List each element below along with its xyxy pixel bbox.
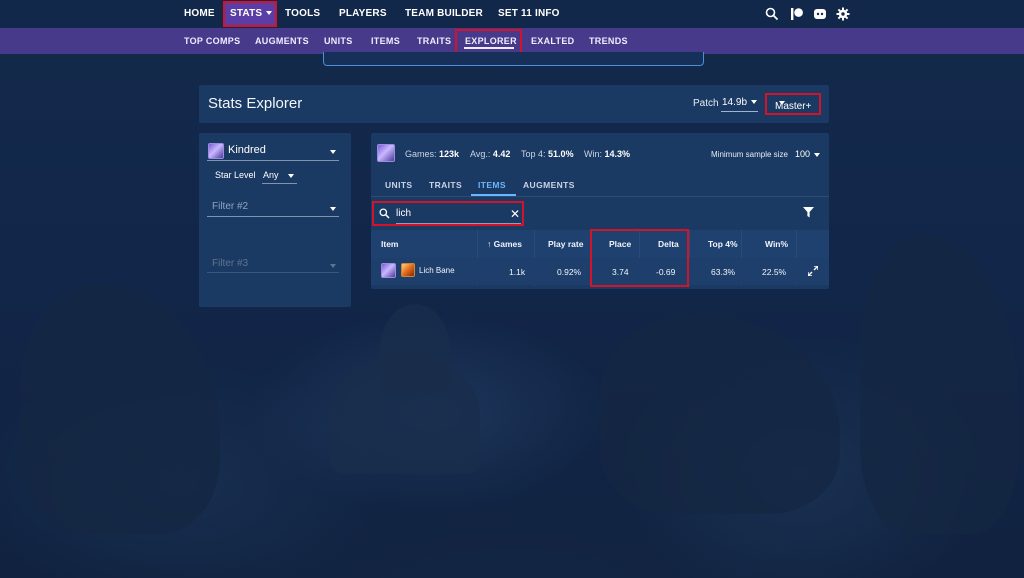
nav-set-info[interactable]: SET 11 INFO (498, 0, 560, 28)
tab-units[interactable]: UNITS (385, 180, 413, 190)
close-icon[interactable]: ✕ (510, 208, 520, 220)
column-item[interactable]: Item (381, 239, 398, 249)
search-field[interactable]: lich ✕ (372, 201, 524, 226)
search-input[interactable]: lich (396, 208, 411, 219)
patch-select[interactable]: 14.9b (722, 97, 758, 108)
gear-icon[interactable] (836, 7, 850, 21)
patch-underline (721, 111, 758, 112)
column-win[interactable]: Win% (765, 239, 788, 249)
min-sample-label: Minimum sample size (711, 150, 788, 159)
patreon-icon[interactable] (790, 7, 804, 21)
filter-panel: Kindred Star Level Any Filter #2 Filter … (199, 133, 351, 307)
search-icon[interactable] (765, 7, 779, 21)
nav-stats[interactable]: STATS (230, 0, 273, 28)
top-navigation: HOME STATS TOOLS PLAYERS TEAM BUILDER SE… (0, 0, 1024, 28)
subnav-exalted[interactable]: EXALTED (531, 28, 574, 54)
search-icon (379, 208, 390, 219)
chevron-down-icon (814, 152, 821, 157)
win-value: 22.5% (762, 267, 787, 277)
play-rate-value: 0.92% (557, 267, 582, 277)
kindred-champion-icon (381, 263, 396, 278)
rank-select[interactable]: Master+ (765, 93, 821, 115)
filter-3-select[interactable]: Filter #3 (212, 258, 248, 269)
column-games[interactable]: ↑ Games (487, 239, 522, 249)
kindred-champion-icon (377, 144, 395, 162)
explorer-highlight (455, 29, 522, 54)
chevron-down-icon (751, 100, 758, 105)
tab-divider (371, 196, 829, 197)
patch-label: Patch (693, 98, 719, 109)
tab-traits[interactable]: TRAITS (429, 180, 462, 190)
min-sample-select[interactable]: 100 (795, 149, 821, 159)
games-stat: Games: 123k (405, 149, 460, 159)
chevron-down-icon[interactable] (330, 207, 336, 211)
search-underline (396, 223, 521, 224)
item-name: Lich Bane (419, 266, 455, 275)
top4-stat: Top 4: 51.0% (521, 149, 574, 159)
chevron-down-icon[interactable] (330, 264, 336, 268)
page-title: Stats Explorer (208, 95, 303, 112)
announcement-banner (323, 52, 704, 66)
place-delta-highlight (590, 229, 689, 287)
avg-stat: Avg.: 4.42 (470, 149, 511, 159)
star-level-label: Star Level (215, 170, 256, 180)
subnav-top-comps[interactable]: TOP COMPS (184, 28, 240, 54)
subnav-units[interactable]: UNITS (324, 28, 353, 54)
chevron-down-icon (779, 101, 785, 105)
chevron-down-icon[interactable] (330, 150, 336, 154)
filter-3-underline (207, 272, 339, 273)
filter-1-select[interactable]: Kindred (228, 144, 266, 156)
star-level-select[interactable]: Any (263, 170, 279, 180)
stats-explorer-header: Stats Explorer Patch 14.9b Master+ (199, 85, 829, 123)
nav-tools[interactable]: TOOLS (285, 0, 320, 28)
column-play-rate[interactable]: Play rate (548, 239, 583, 249)
expand-icon[interactable] (808, 266, 818, 276)
top4-value: 63.3% (711, 267, 736, 277)
column-top4[interactable]: Top 4% (708, 239, 738, 249)
subnav-traits[interactable]: TRAITS (417, 28, 451, 54)
filter-2-select[interactable]: Filter #2 (212, 201, 248, 212)
tab-augments[interactable]: AUGMENTS (523, 180, 575, 190)
filter-1-underline (207, 160, 339, 161)
filter-2-underline (207, 216, 339, 217)
subnav-items[interactable]: ITEMS (371, 28, 400, 54)
lich-bane-item-icon (401, 263, 415, 277)
discord-icon[interactable] (813, 7, 827, 21)
tab-items[interactable]: ITEMS (478, 180, 506, 190)
subnav-augments[interactable]: AUGMENTS (255, 28, 309, 54)
chevron-down-icon (266, 11, 273, 16)
win-stat: Win: 14.3% (584, 149, 631, 159)
nav-team-builder[interactable]: TEAM BUILDER (405, 0, 483, 28)
nav-home[interactable]: HOME (184, 0, 215, 28)
nav-players[interactable]: PLAYERS (339, 0, 387, 28)
filter-icon[interactable] (803, 207, 814, 218)
subnav-trends[interactable]: TRENDS (589, 28, 628, 54)
chevron-down-icon[interactable] (288, 174, 294, 178)
games-value: 1.1k (509, 267, 526, 277)
star-level-underline (262, 183, 297, 184)
kindred-champion-icon (208, 143, 224, 159)
